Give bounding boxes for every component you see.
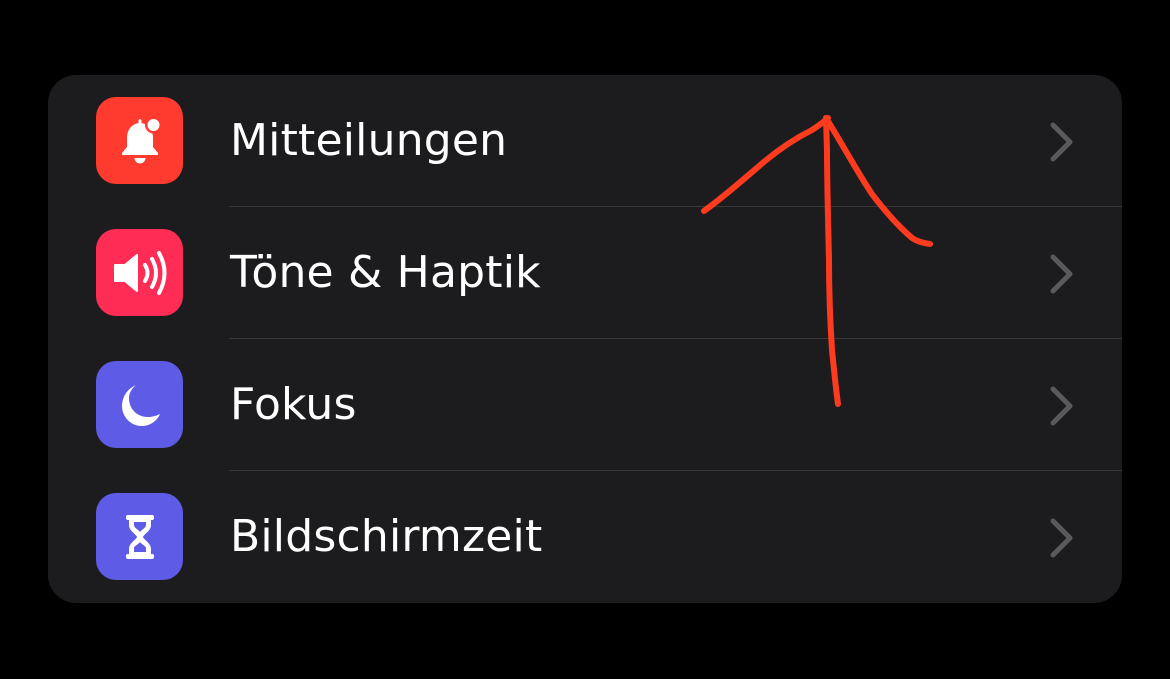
- speaker-icon: [96, 229, 183, 316]
- moon-icon: [96, 361, 183, 448]
- chevron-right-icon: [1050, 254, 1073, 294]
- chevron-right-icon: [1050, 518, 1073, 558]
- chevron-right-icon: [1050, 122, 1073, 162]
- settings-row-notifications[interactable]: Mitteilungen: [48, 75, 1122, 207]
- settings-row-label: Fokus: [230, 379, 357, 430]
- settings-row-focus[interactable]: Fokus: [48, 339, 1122, 471]
- screen: Mitteilungen Töne & Haptik Fokus Bildsch…: [0, 0, 1170, 679]
- settings-row-label: Bildschirmzeit: [230, 511, 543, 562]
- hourglass-icon: [96, 493, 183, 580]
- chevron-right-icon: [1050, 386, 1073, 426]
- settings-row-screen-time[interactable]: Bildschirmzeit: [48, 471, 1122, 603]
- settings-row-label: Mitteilungen: [230, 115, 508, 166]
- bell-icon: [96, 97, 183, 184]
- settings-row-sounds-haptics[interactable]: Töne & Haptik: [48, 207, 1122, 339]
- settings-row-label: Töne & Haptik: [230, 247, 541, 298]
- settings-group: Mitteilungen Töne & Haptik Fokus Bildsch…: [48, 75, 1122, 603]
